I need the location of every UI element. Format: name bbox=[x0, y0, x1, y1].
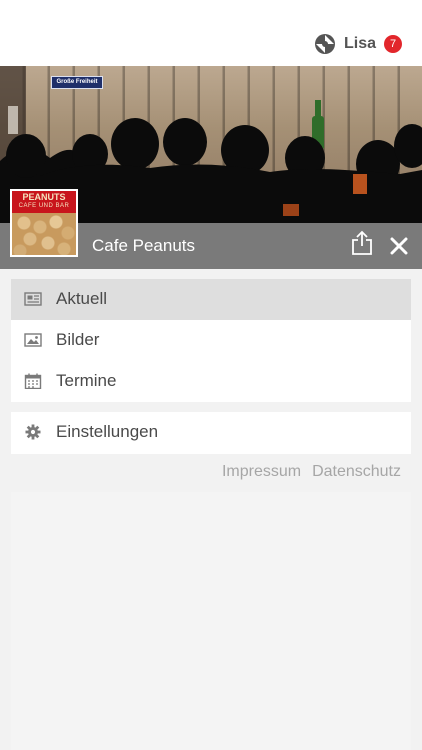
top-bar: Lisa 7 bbox=[0, 0, 422, 66]
calendar-icon bbox=[24, 373, 42, 389]
footer-links: Impressum Datenschutz bbox=[222, 463, 401, 481]
settings-menu: Einstellungen bbox=[11, 412, 411, 454]
gear-icon bbox=[25, 424, 41, 440]
menu-item-termine[interactable]: Termine bbox=[11, 361, 411, 402]
menu-label-termine: Termine bbox=[56, 371, 117, 390]
user-name[interactable]: Lisa bbox=[344, 35, 376, 53]
share-icon[interactable] bbox=[351, 230, 373, 256]
impressum-link[interactable]: Impressum bbox=[222, 463, 301, 481]
menu-label-aktuell: Aktuell bbox=[56, 289, 108, 308]
menu-label-einstellungen: Einstellungen bbox=[56, 422, 159, 441]
menu-item-einstellungen[interactable]: Einstellungen bbox=[11, 412, 411, 454]
newspaper-icon bbox=[24, 292, 42, 306]
menu-label-bilder: Bilder bbox=[56, 330, 100, 349]
menu-item-bilder[interactable]: Bilder bbox=[11, 320, 411, 361]
peanuts-picture bbox=[12, 213, 76, 255]
app-logo-icon bbox=[314, 34, 335, 54]
menu-item-aktuell[interactable]: Aktuell bbox=[11, 279, 411, 320]
close-icon[interactable] bbox=[389, 236, 409, 256]
venue-name: Cafe Peanuts bbox=[92, 236, 196, 255]
venue-logo-subtitle: CAFE UND BAR bbox=[18, 203, 70, 209]
notification-badge[interactable]: 7 bbox=[384, 35, 402, 53]
empty-content-area bbox=[11, 492, 411, 750]
main-menu: Aktuell Bilder Termine bbox=[11, 279, 411, 402]
venue-logo-title: PEANUTS bbox=[12, 191, 76, 213]
datenschutz-link[interactable]: Datenschutz bbox=[312, 463, 401, 481]
street-sign: Große Freiheit bbox=[51, 76, 103, 89]
user-menu[interactable]: Lisa 7 bbox=[314, 32, 402, 56]
image-icon bbox=[24, 333, 42, 347]
venue-logo-image: PEANUTS CAFE UND BAR bbox=[10, 189, 78, 257]
